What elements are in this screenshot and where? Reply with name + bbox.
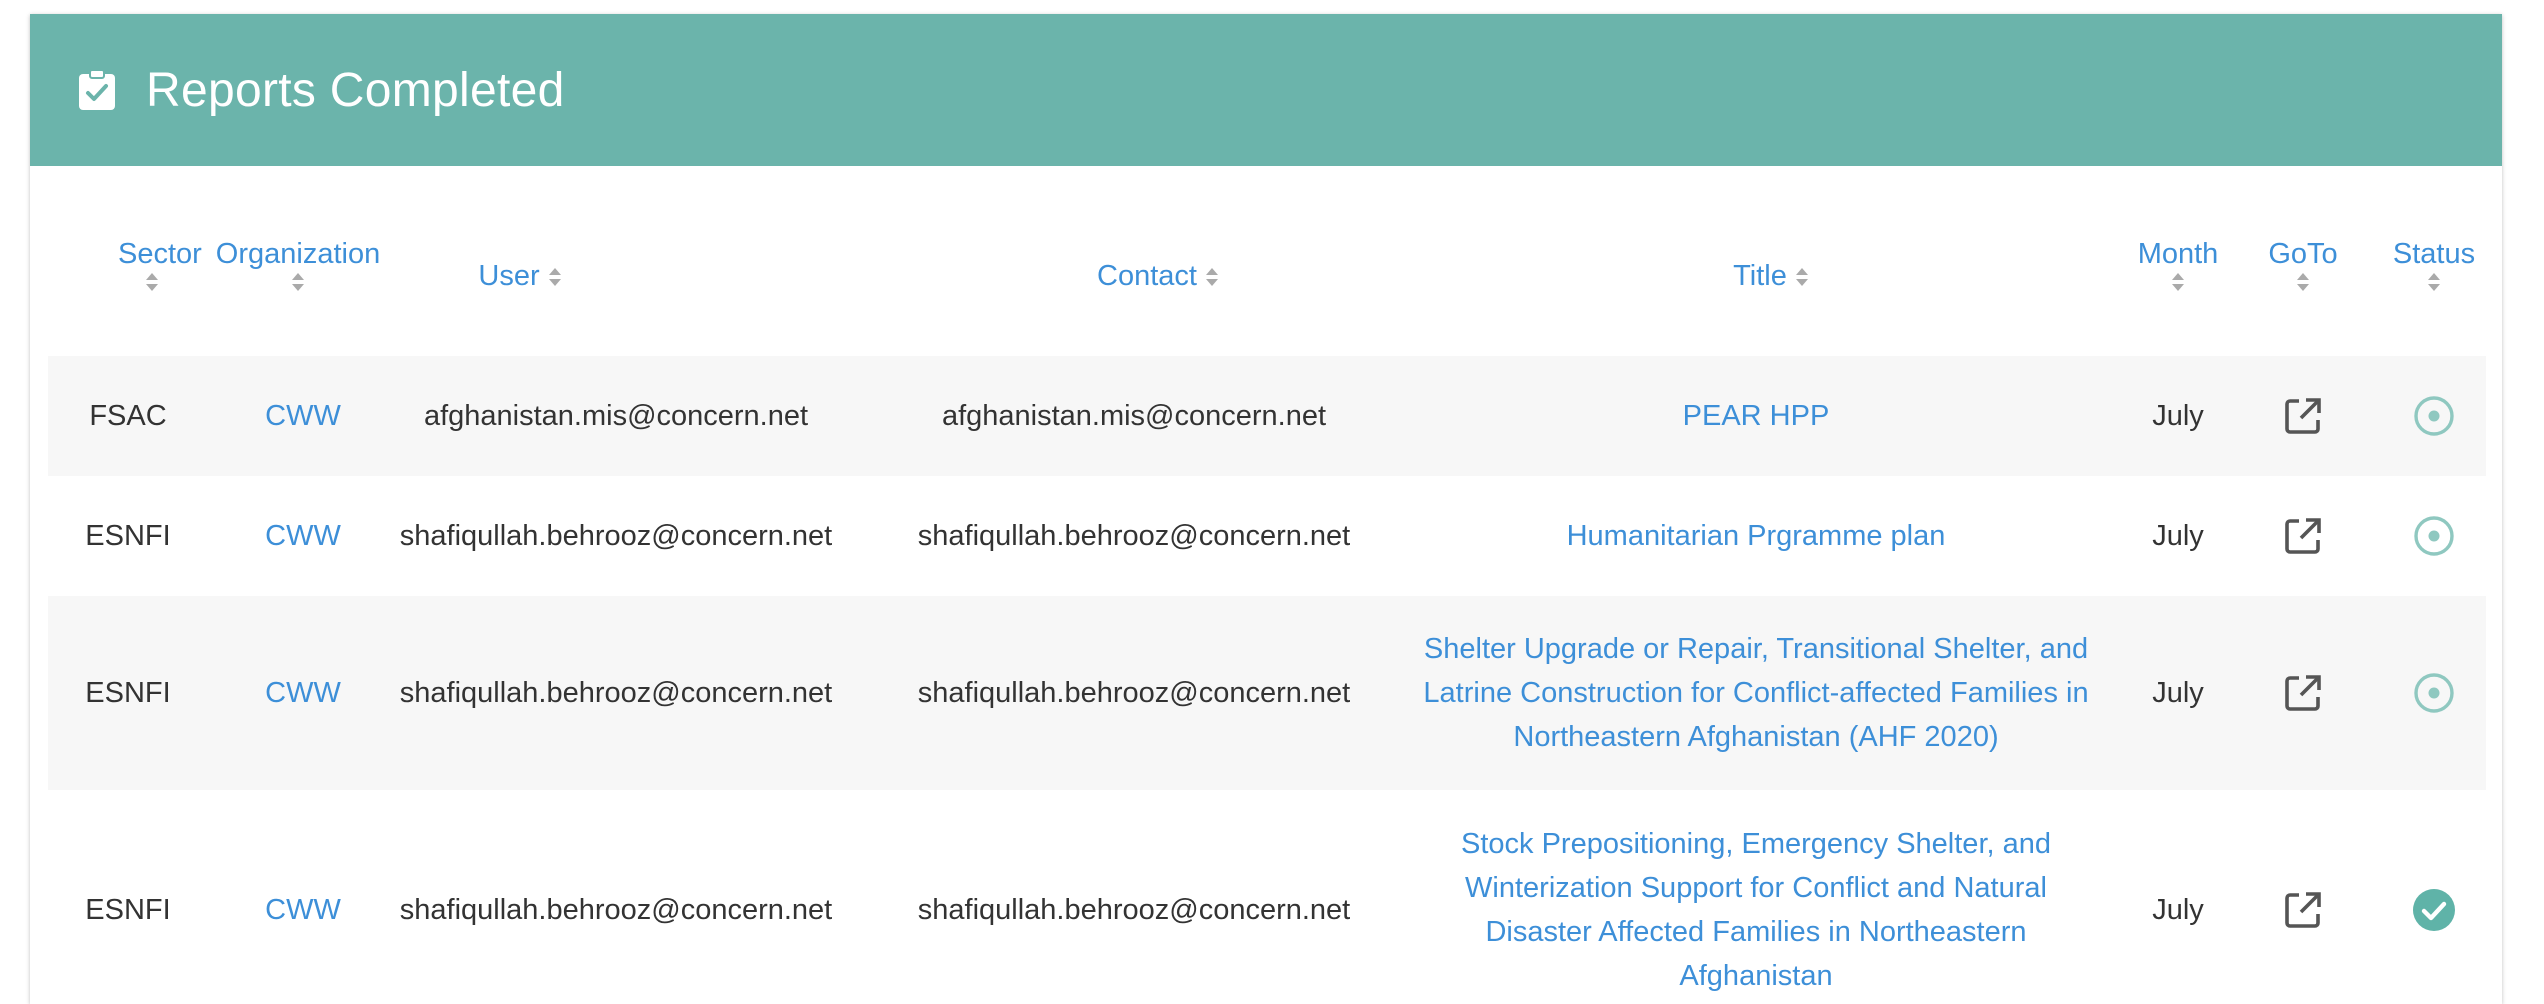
- title-cell: PEAR HPP: [1376, 356, 2136, 476]
- title-cell: Stock Prepositioning, Emergency Shelter,…: [1376, 790, 2136, 1004]
- goto-cell: [2258, 476, 2348, 596]
- sort-icon: [1205, 268, 1218, 287]
- user-cell: shafiqullah.behrooz@concern.net: [399, 893, 833, 926]
- sort-icon: [2297, 273, 2309, 291]
- sector-cell: ESNFI: [85, 519, 171, 552]
- column-header-organization[interactable]: Organization: [212, 238, 384, 293]
- column-label: User: [478, 260, 540, 292]
- column-label: Status: [2392, 238, 2476, 270]
- title-cell: Humanitarian Prgramme plan: [1376, 476, 2136, 596]
- card-header: Reports Completed: [30, 14, 2502, 166]
- sector-cell: FSAC: [89, 399, 167, 432]
- table-row: ESNFI CWW shafiqullah.behrooz@concern.ne…: [48, 790, 2486, 1004]
- check-circle-icon[interactable]: [2412, 888, 2456, 932]
- user-cell: afghanistan.mis@concern.net: [423, 399, 809, 432]
- contact-cell: shafiqullah.behrooz@concern.net: [917, 893, 1351, 926]
- goto-cell: [2258, 596, 2348, 790]
- status-cell: [2384, 596, 2484, 790]
- table-header: Sector Organization User Contact Title M…: [48, 166, 2486, 356]
- column-header-contact[interactable]: Contact: [1058, 260, 1258, 293]
- sector-cell: ESNFI: [85, 893, 171, 926]
- organization-link[interactable]: CWW: [208, 790, 398, 1004]
- table-row: FSAC CWW afghanistan.mis@concern.net afg…: [48, 356, 2486, 476]
- open-in-new-icon[interactable]: [2281, 671, 2325, 715]
- column-label: Month: [2137, 238, 2219, 270]
- radio-dot-icon[interactable]: [2412, 514, 2456, 558]
- contact-cell: shafiqullah.behrooz@concern.net: [917, 519, 1351, 552]
- column-header-user[interactable]: User: [460, 260, 580, 293]
- report-title-link[interactable]: Humanitarian Prgramme plan: [1567, 514, 1946, 558]
- status-cell: [2384, 790, 2484, 1004]
- reports-table: Sector Organization User Contact Title M…: [48, 166, 2486, 992]
- sort-icon: [292, 273, 304, 291]
- column-label: Organization: [215, 238, 381, 270]
- column-header-status[interactable]: Status: [2384, 238, 2484, 293]
- column-label: Title: [1733, 260, 1787, 292]
- column-header-goto[interactable]: GoTo: [2258, 238, 2348, 293]
- open-in-new-icon[interactable]: [2281, 394, 2325, 438]
- report-title-link[interactable]: PEAR HPP: [1683, 394, 1830, 438]
- sort-icon: [2172, 273, 2184, 291]
- status-cell: [2384, 356, 2484, 476]
- clipboard-check-icon: [76, 69, 118, 111]
- contact-cell: afghanistan.mis@concern.net: [941, 399, 1327, 432]
- contact-cell: shafiqullah.behrooz@concern.net: [917, 676, 1351, 709]
- month-cell: July: [2152, 893, 2204, 926]
- user-cell: shafiqullah.behrooz@concern.net: [399, 519, 833, 552]
- month-cell: July: [2152, 676, 2204, 709]
- card-title: Reports Completed: [146, 63, 565, 117]
- report-title-link[interactable]: Stock Prepositioning, Emergency Shelter,…: [1436, 822, 2076, 998]
- column-header-sector[interactable]: Sector: [118, 238, 202, 293]
- radio-dot-icon[interactable]: [2412, 394, 2456, 438]
- month-cell: July: [2152, 519, 2204, 552]
- sector-cell: ESNFI: [85, 676, 171, 709]
- column-label: GoTo: [2268, 238, 2338, 270]
- status-cell: [2384, 476, 2484, 596]
- table-row: ESNFI CWW shafiqullah.behrooz@concern.ne…: [48, 476, 2486, 596]
- goto-cell: [2258, 356, 2348, 476]
- organization-link[interactable]: CWW: [208, 356, 398, 476]
- sort-icon: [548, 268, 561, 287]
- goto-cell: [2258, 790, 2348, 1004]
- radio-dot-icon[interactable]: [2412, 671, 2456, 715]
- open-in-new-icon[interactable]: [2281, 888, 2325, 932]
- column-label: Contact: [1097, 260, 1197, 292]
- sort-icon: [146, 273, 158, 291]
- organization-link[interactable]: CWW: [208, 596, 398, 790]
- column-header-title[interactable]: Title: [1706, 260, 1836, 293]
- sort-icon: [1795, 268, 1808, 287]
- reports-completed-card: Reports Completed Sector Organization Us…: [30, 14, 2502, 1004]
- column-header-month[interactable]: Month: [2128, 238, 2228, 293]
- table-row: ESNFI CWW shafiqullah.behrooz@concern.ne…: [48, 596, 2486, 790]
- sort-icon: [2428, 273, 2440, 291]
- open-in-new-icon[interactable]: [2281, 514, 2325, 558]
- title-cell: Shelter Upgrade or Repair, Transitional …: [1376, 596, 2136, 790]
- report-title-link[interactable]: Shelter Upgrade or Repair, Transitional …: [1396, 627, 2116, 759]
- organization-link[interactable]: CWW: [208, 476, 398, 596]
- month-cell: July: [2152, 399, 2204, 432]
- user-cell: shafiqullah.behrooz@concern.net: [399, 676, 833, 709]
- column-label: Sector: [118, 238, 202, 270]
